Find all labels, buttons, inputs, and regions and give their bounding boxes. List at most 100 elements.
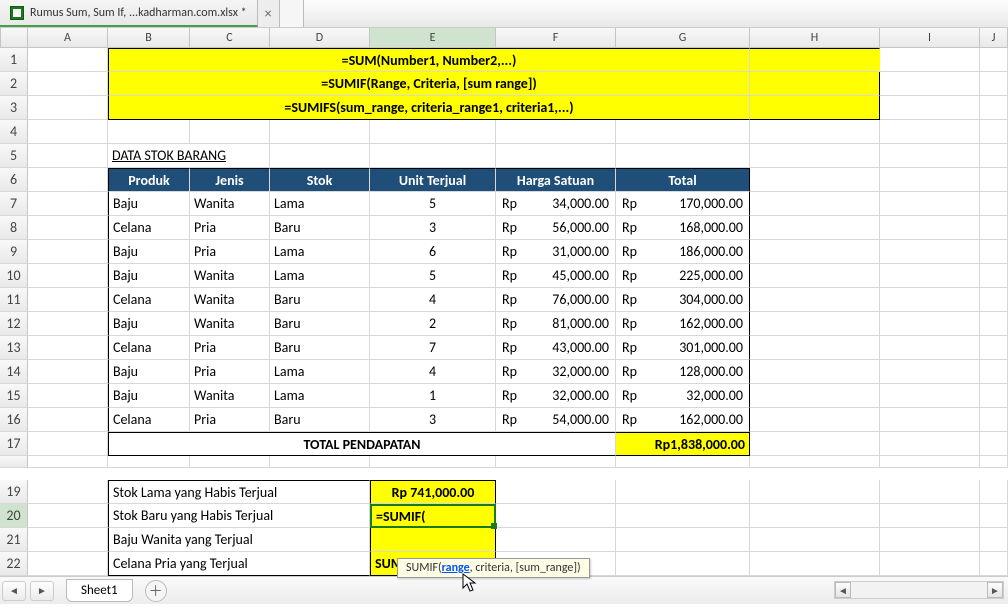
cell[interactable] [750,480,880,504]
scroll-right-icon[interactable]: ► [987,582,1003,598]
col-header[interactable]: I [880,28,980,47]
cell-produk[interactable]: Celana [108,408,190,432]
scroll-track[interactable] [851,582,987,598]
th-total[interactable]: Total [616,168,750,192]
cell-total[interactable]: Rp128,000.00 [616,360,750,384]
cell[interactable] [28,120,108,144]
sheet-nav-next-icon[interactable]: ► [30,581,54,601]
file-tab[interactable]: Rumus Sum, Sum If, ...kadharman.com.xlsx… [0,0,258,27]
cell-produk[interactable]: Celana [108,216,190,240]
cell[interactable] [880,336,980,360]
cell[interactable] [616,528,750,552]
cell-jenis[interactable]: Pria [190,216,270,240]
active-cell-formula-input[interactable]: =SUMIF( [370,504,496,528]
cell[interactable] [370,456,496,468]
cell[interactable] [980,144,1008,168]
cell[interactable] [980,312,1008,336]
cell[interactable] [28,96,108,120]
total-value[interactable]: Rp1,838,000.00 [616,432,750,456]
cell-stok[interactable]: Lama [270,264,370,288]
cell[interactable] [880,312,980,336]
cell[interactable] [750,144,880,168]
cell[interactable] [28,168,108,192]
sheet-tab[interactable]: Sheet1 [66,579,133,602]
cell[interactable] [28,240,108,264]
cell[interactable] [880,96,980,120]
cell-stok[interactable]: Baru [270,336,370,360]
cell[interactable] [750,312,880,336]
cell-unit[interactable]: 3 [370,216,496,240]
cell-stok[interactable]: Lama [270,240,370,264]
row-header[interactable] [0,456,28,468]
cell-harga[interactable]: Rp32,000.00 [496,360,616,384]
cell-unit[interactable]: 2 [370,312,496,336]
spreadsheet-grid[interactable]: A B C D E F G H I J 1 =SUM(Number1, Numb… [0,28,1008,576]
cell-total[interactable]: Rp168,000.00 [616,216,750,240]
cell-produk[interactable]: Celana [108,288,190,312]
row-header[interactable]: 6 [0,168,28,192]
cell[interactable] [28,216,108,240]
summary-label[interactable]: Stok Baru yang Habis Terjual [108,504,370,528]
cell[interactable] [980,432,1008,456]
cell[interactable] [750,456,880,468]
cell[interactable] [750,288,880,312]
cell-produk[interactable]: Baju [108,312,190,336]
cell-unit[interactable]: 3 [370,408,496,432]
cell-stok[interactable]: Lama [270,192,370,216]
cell-jenis[interactable]: Wanita [190,384,270,408]
cell[interactable] [750,336,880,360]
cell[interactable] [190,120,270,144]
cell[interactable] [750,216,880,240]
cell[interactable] [28,528,108,552]
cell-produk[interactable]: Baju [108,192,190,216]
cell[interactable] [616,120,750,144]
cell[interactable] [28,552,108,576]
cell-stok[interactable]: Baru [270,288,370,312]
cell[interactable] [750,168,880,192]
cell[interactable] [880,72,980,96]
row-header[interactable]: 15 [0,384,28,408]
cell[interactable] [496,144,616,168]
cell[interactable] [750,552,880,576]
cell[interactable] [880,216,980,240]
banner-sumifs[interactable]: =SUMIFS(sum_range, criteria_range1, crit… [108,96,750,120]
cell[interactable] [980,552,1008,576]
cell-stok[interactable]: Baru [270,312,370,336]
cell[interactable] [750,48,880,72]
summary-label[interactable]: Baju Wanita yang Terjual [108,528,370,552]
section-title[interactable]: DATA STOK BARANG [108,144,270,168]
cell[interactable] [28,504,108,528]
cell[interactable] [980,72,1008,96]
cell[interactable] [750,192,880,216]
col-header[interactable]: C [190,28,270,47]
th-unit[interactable]: Unit Terjual [370,168,496,192]
cell[interactable] [750,72,880,96]
cell[interactable] [750,264,880,288]
col-header[interactable]: D [270,28,370,47]
cell[interactable] [980,336,1008,360]
cell[interactable] [28,192,108,216]
cell[interactable] [270,456,370,468]
cell[interactable] [750,240,880,264]
cell[interactable] [496,528,616,552]
cell-total[interactable]: Rp304,000.00 [616,288,750,312]
cell[interactable] [980,168,1008,192]
cell-total[interactable]: Rp301,000.00 [616,336,750,360]
th-produk[interactable]: Produk [108,168,190,192]
cell[interactable] [980,48,1008,72]
cell[interactable] [880,552,980,576]
cell[interactable] [496,504,616,528]
scroll-left-icon[interactable]: ◄ [835,582,851,598]
cell[interactable] [980,408,1008,432]
cell-produk[interactable]: Baju [108,384,190,408]
col-header[interactable]: H [750,28,880,47]
cell[interactable] [28,384,108,408]
cell[interactable] [980,96,1008,120]
cell[interactable] [28,288,108,312]
summary-value[interactable]: Rp 741,000.00 [370,480,496,504]
total-label[interactable]: TOTAL PENDAPATAN [108,432,616,456]
cell-harga[interactable]: Rp32,000.00 [496,384,616,408]
cell[interactable] [980,240,1008,264]
cell[interactable] [750,360,880,384]
cell[interactable] [28,432,108,456]
